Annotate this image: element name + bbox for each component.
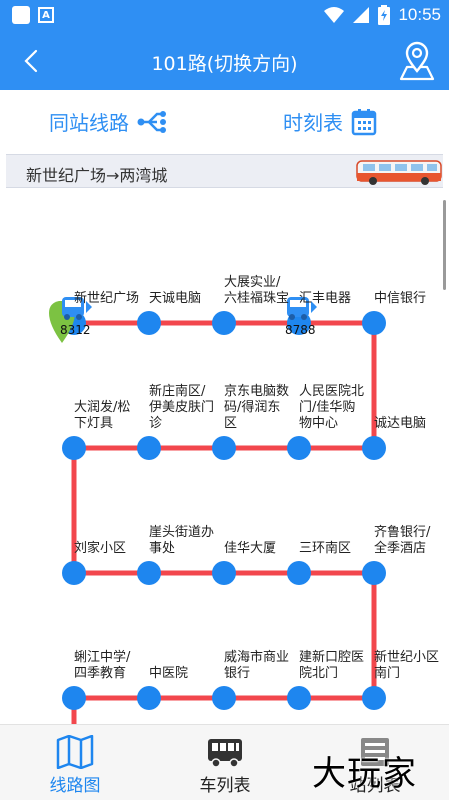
station-dot[interactable] <box>62 436 86 460</box>
bus-number: 8312 <box>60 323 91 337</box>
station-label[interactable]: 齐鲁银行/ 全季酒店 <box>374 525 430 557</box>
station-dot[interactable] <box>362 686 386 710</box>
toolbar: 同站线路 时刻表 <box>0 90 449 152</box>
station-label[interactable]: 新世纪广场 <box>74 291 139 307</box>
map-icon <box>56 735 94 769</box>
station-dot[interactable] <box>137 436 161 460</box>
timetable-button[interactable]: 时刻表 <box>283 107 377 136</box>
station-dot[interactable] <box>137 686 161 710</box>
station-dot[interactable] <box>362 311 386 335</box>
station-label[interactable]: 天诚电脑 <box>149 291 201 307</box>
station-label[interactable]: 三环南区 <box>299 541 351 557</box>
status-time: 10:55 <box>398 5 441 24</box>
station-label[interactable]: 中信银行 <box>374 291 426 307</box>
station-label[interactable]: 大润发/松 下灯具 <box>74 400 130 432</box>
bus-number: 8788 <box>285 323 316 337</box>
station-dot[interactable] <box>362 436 386 460</box>
same-station-button[interactable]: 同站线路 <box>49 107 167 136</box>
route-diagram <box>49 297 386 724</box>
station-dot[interactable] <box>212 686 236 710</box>
bus-illustration-icon <box>356 160 442 185</box>
station-label[interactable]: 威海市商业 银行 <box>224 650 289 682</box>
station-label[interactable]: 中医院 <box>149 666 188 682</box>
app-notification-icon <box>12 6 30 24</box>
route-branch-icon <box>137 110 166 133</box>
station-dot[interactable] <box>287 436 311 460</box>
tab-bus-list-label: 车列表 <box>199 776 251 796</box>
station-label[interactable]: 建新口腔医 院北门 <box>299 650 364 682</box>
same-station-label: 同站线路 <box>49 111 129 135</box>
notification-badge-icon: A <box>38 7 54 23</box>
map-scrollbar[interactable] <box>443 200 446 290</box>
station-dot[interactable] <box>287 686 311 710</box>
station-dot[interactable] <box>137 561 161 585</box>
direction-bar: 新世纪广场→两湾城 <box>6 154 443 188</box>
station-dot[interactable] <box>362 561 386 585</box>
bus-icon <box>208 739 242 768</box>
tab-bus-list[interactable]: 车列表 <box>150 725 300 800</box>
wifi-icon <box>324 7 345 23</box>
status-bar: A 10:55 <box>0 0 449 33</box>
watermark: 大玩家 <box>312 754 417 794</box>
tab-route-map[interactable]: 线路图 <box>0 725 150 800</box>
battery-icon <box>378 5 391 25</box>
station-label[interactable]: 大展实业/ 六桂福珠宝 <box>224 275 289 307</box>
route-map: 新世纪广场 天诚电脑 大展实业/ 六桂福珠宝 汇丰电器 中信银行诚达电脑 人民医院北 门/… <box>0 190 449 724</box>
location-map-icon[interactable] <box>397 41 437 81</box>
station-label[interactable]: 崖头街道办 事处 <box>149 525 214 557</box>
station-label[interactable]: 佳华大厦 <box>224 541 276 557</box>
station-label[interactable]: 诚达电脑 <box>374 416 426 432</box>
app-header: 101路(切换方向) <box>0 33 449 90</box>
app-screen: A 10:55 101路(切换方向) 同站线路 时刻表 新世纪广场→两湾城 新世… <box>0 0 449 800</box>
station-label[interactable]: 人民医院北 门/佳华购 物中心 <box>299 384 364 432</box>
signal-icon <box>353 7 370 23</box>
station-label[interactable]: 京东电脑数 码/得润东 区 <box>224 384 289 432</box>
tab-route-map-label: 线路图 <box>49 776 101 796</box>
station-label[interactable]: 新庄南区/ 伊美皮肤门 诊 <box>149 384 214 432</box>
station-label[interactable]: 新世纪小区 南门 <box>374 650 439 682</box>
station-label[interactable]: 刘家小区 <box>74 541 126 557</box>
station-dot[interactable] <box>62 561 86 585</box>
station-dot[interactable] <box>287 561 311 585</box>
station-dot[interactable] <box>137 311 161 335</box>
station-dot[interactable] <box>62 686 86 710</box>
direction-text: 新世纪广场→两湾城 <box>26 166 168 185</box>
station-label[interactable]: 蜊江中学/ 四季教育 <box>74 650 130 682</box>
station-dot[interactable] <box>212 436 236 460</box>
timetable-label: 时刻表 <box>283 111 343 135</box>
calendar-icon <box>351 108 377 135</box>
station-label[interactable]: 汇丰电器 <box>299 291 351 307</box>
station-dot[interactable] <box>212 561 236 585</box>
station-dot[interactable] <box>212 311 236 335</box>
page-title[interactable]: 101路(切换方向) <box>0 49 449 76</box>
